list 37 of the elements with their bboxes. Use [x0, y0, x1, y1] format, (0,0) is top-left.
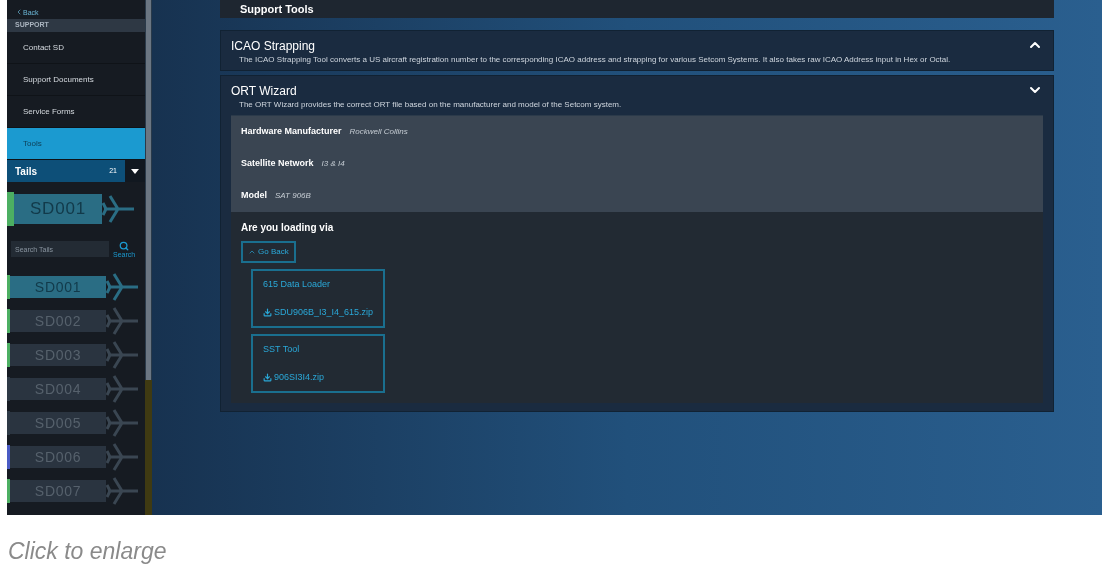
nav-item[interactable]: Tools [7, 128, 145, 160]
option-title: 615 Data Loader [263, 278, 331, 291]
airplane-icon [106, 476, 140, 506]
field-value: Rockwell Collins [349, 126, 408, 138]
field-label: Hardware Manufacturer [241, 125, 342, 139]
airplane-icon [106, 408, 140, 438]
airplane-icon [106, 306, 140, 336]
caption: Click to enlarge [8, 536, 167, 566]
caret-icon [131, 168, 139, 174]
current-tail: SD001 [14, 194, 102, 224]
airplane-icon [106, 442, 140, 472]
field-value: I3 & I4 [321, 158, 345, 170]
field-label: Satellite Network [241, 157, 314, 171]
chevron-left-icon [15, 8, 23, 16]
airplane-icon [106, 272, 140, 302]
panel-description: The ORT Wizard provides the correct ORT file based on the manufacturer and model of the Setcom system. [238, 100, 623, 109]
go-back-button[interactable]: Go Back [241, 241, 296, 263]
download-link[interactable]: 906SI3I4.zip [263, 370, 325, 384]
panel-title: ORT Wizard [231, 83, 298, 100]
chevron-up-icon [248, 248, 256, 256]
page-title: Support Tools [240, 4, 314, 15]
question-text: Are you loading via [241, 221, 334, 235]
field-value: SAT 906B [275, 190, 311, 202]
download-icon [263, 307, 272, 317]
option-title: SST Tool [263, 343, 300, 356]
airplane-icon [106, 340, 140, 370]
dropdown-button[interactable] [125, 160, 145, 182]
panel-title: ICAO Strapping [231, 38, 317, 55]
field-label: Model [241, 189, 267, 203]
panel-description: The ICAO Strapping Tool converts a US aircraft registration number to the corresponding ICAO address and strapping for various Setcom Systems. It also takes raw ICAO Address input in Hex or Octal. [238, 55, 952, 64]
scrollbar-thumb[interactable] [146, 0, 151, 380]
airplane-icon [106, 374, 140, 404]
airplane-icon [102, 194, 136, 224]
tails-label: Tails [15, 164, 38, 179]
download-icon [263, 372, 272, 382]
download-link[interactable]: SDU906B_I3_I4_615.zip [263, 305, 374, 319]
search-icon [119, 240, 130, 251]
